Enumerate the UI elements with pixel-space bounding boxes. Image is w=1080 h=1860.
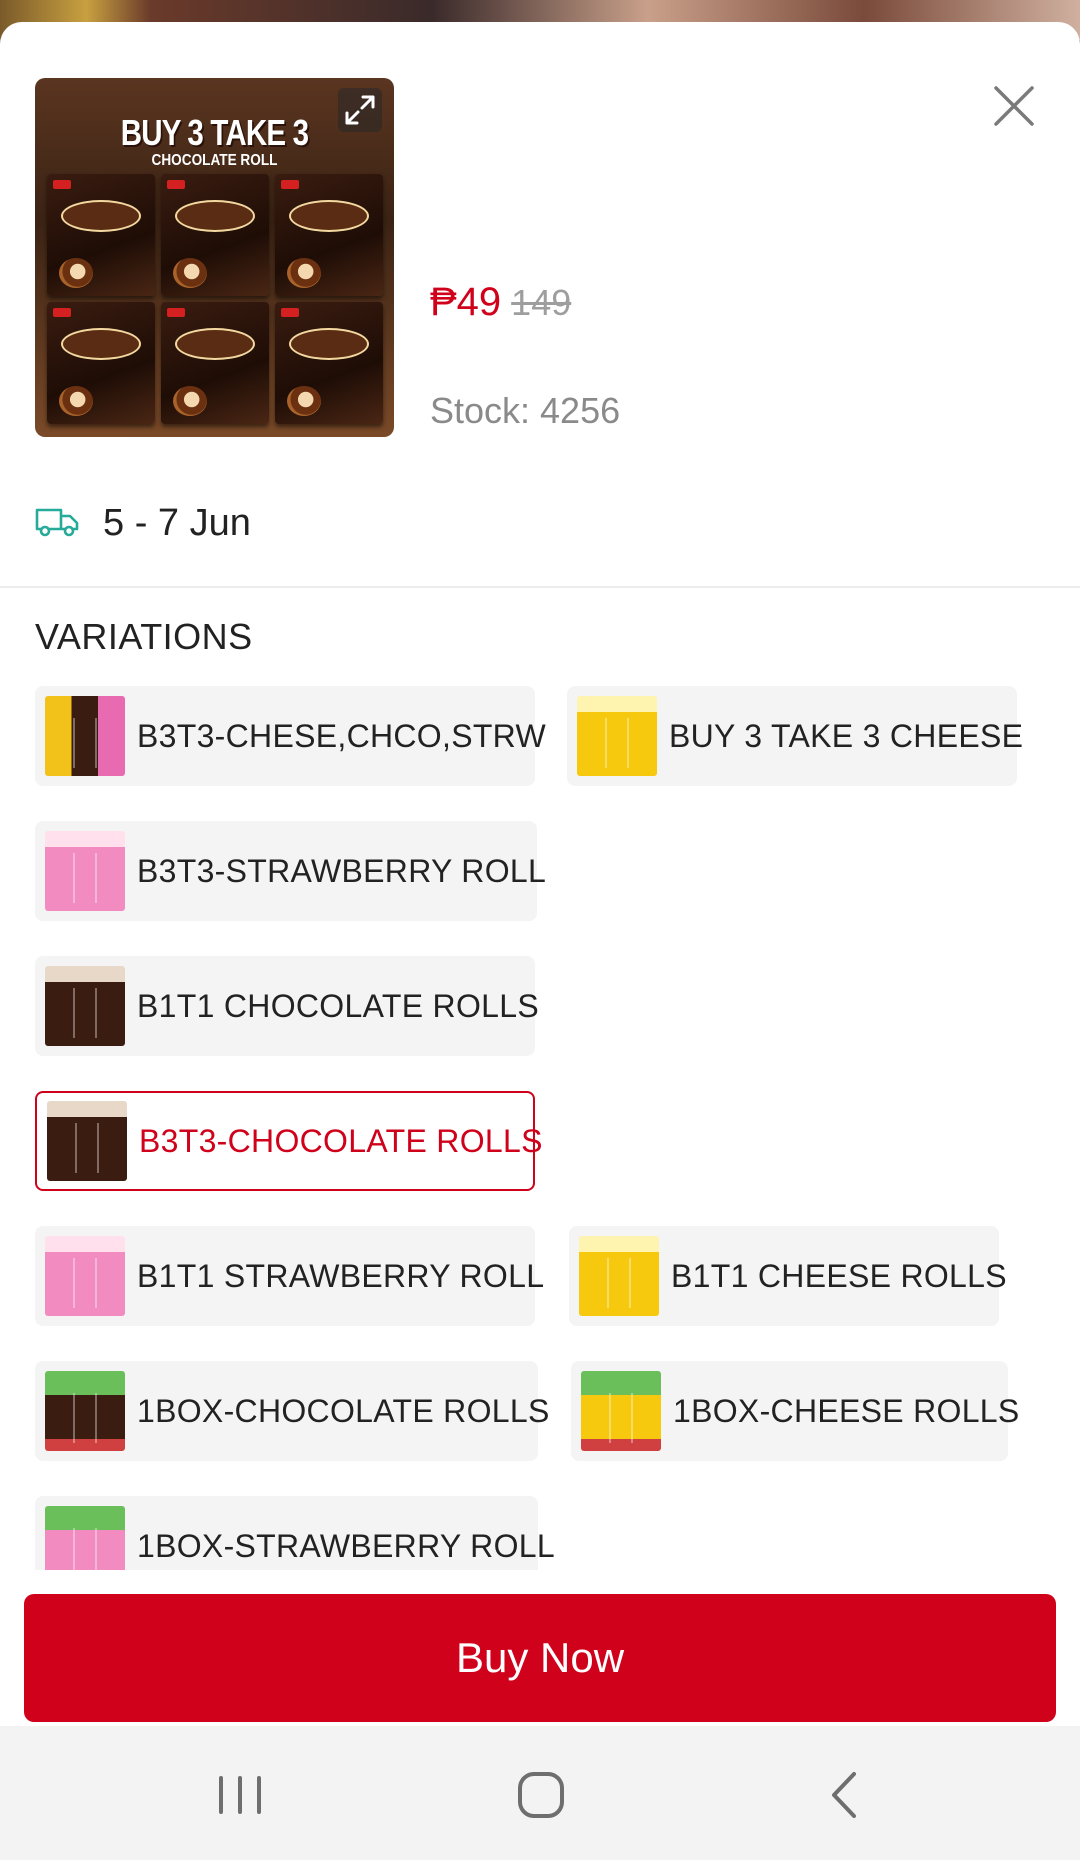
variation-option[interactable]: B1T1 CHEESE ROLLS bbox=[569, 1226, 1007, 1326]
variation-thumbnail bbox=[45, 1371, 125, 1451]
variation-label: B1T1 CHOCOLATE ROLLS bbox=[137, 987, 539, 1024]
back-icon[interactable] bbox=[810, 1760, 880, 1830]
truck-icon bbox=[35, 504, 79, 543]
variation-thumbnail bbox=[45, 831, 125, 911]
variation-label: 1BOX-CHOCOLATE ROLLS bbox=[137, 1392, 550, 1429]
variation-label: 1BOX-CHEESE ROLLS bbox=[673, 1392, 1020, 1429]
section-divider bbox=[0, 586, 1080, 588]
bottom-action-bar: Buy Now bbox=[0, 1570, 1080, 1726]
price-row: ₱49 149 bbox=[430, 280, 571, 325]
variation-label: B3T3-CHESE,CHCO,STRW bbox=[137, 717, 547, 754]
variation-label: 1BOX-STRAWBERRY ROLL bbox=[137, 1527, 555, 1564]
variation-label: B3T3-CHOCOLATE ROLLS bbox=[139, 1122, 543, 1159]
variation-thumbnail bbox=[47, 1101, 127, 1181]
thumbnail-promo-subtitle: CHOCOLATE ROLL bbox=[151, 152, 278, 169]
variation-bottom-sheet: BUY 3 TAKE 3 CHOCOLATE ROLL ₱49 149 Stoc… bbox=[0, 22, 1080, 1726]
variation-thumbnail bbox=[45, 1236, 125, 1316]
chocolate-roll-box bbox=[161, 302, 269, 424]
variation-label: B1T1 STRAWBERRY ROLL bbox=[137, 1257, 545, 1294]
variation-thumbnail bbox=[45, 966, 125, 1046]
original-price: 149 bbox=[511, 282, 572, 323]
thumbnail-product-boxes bbox=[47, 174, 383, 424]
chocolate-roll-box bbox=[47, 302, 155, 424]
current-price: ₱49 bbox=[430, 280, 502, 324]
close-icon[interactable] bbox=[992, 84, 1036, 128]
stock-count: Stock: 4256 bbox=[430, 390, 621, 431]
variation-option[interactable]: B1T1 STRAWBERRY ROLL bbox=[35, 1226, 544, 1326]
delivery-date-range: 5 - 7 Jun bbox=[103, 502, 251, 544]
variation-label: B1T1 CHEESE ROLLS bbox=[671, 1257, 1007, 1294]
variations-heading: VARIATIONS bbox=[35, 616, 253, 657]
variation-label: BUY 3 TAKE 3 CHEESE bbox=[669, 717, 1024, 754]
variation-thumbnail bbox=[577, 696, 657, 776]
variation-label: B3T3-STRAWBERRY ROLL bbox=[137, 852, 547, 889]
chocolate-roll-box bbox=[275, 174, 383, 296]
recents-icon[interactable] bbox=[205, 1760, 275, 1830]
variation-option[interactable]: B3T3-CHESE,CHCO,STRW bbox=[35, 686, 546, 786]
expand-icon[interactable] bbox=[338, 88, 382, 132]
delivery-estimate: 5 - 7 Jun bbox=[35, 502, 251, 545]
home-icon[interactable] bbox=[506, 1760, 576, 1830]
variation-option-selected[interactable]: B3T3-CHOCOLATE ROLLS bbox=[35, 1091, 542, 1191]
variation-option[interactable]: BUY 3 TAKE 3 CHEESE bbox=[567, 686, 1023, 786]
variation-thumbnail bbox=[579, 1236, 659, 1316]
variation-option[interactable]: 1BOX-CHOCOLATE ROLLS bbox=[35, 1361, 549, 1461]
buy-now-button[interactable]: Buy Now bbox=[24, 1594, 1056, 1722]
chocolate-roll-box bbox=[161, 174, 269, 296]
variation-option[interactable]: B3T3-STRAWBERRY ROLL bbox=[35, 821, 546, 921]
variation-thumbnail bbox=[581, 1371, 661, 1451]
system-navigation-bar bbox=[0, 1726, 1080, 1860]
variation-thumbnail bbox=[45, 696, 125, 776]
variation-option[interactable]: 1BOX-CHEESE ROLLS bbox=[571, 1361, 1019, 1461]
variation-option[interactable]: B1T1 CHOCOLATE ROLLS bbox=[35, 956, 539, 1056]
thumbnail-promo-title: BUY 3 TAKE 3 bbox=[120, 112, 309, 153]
chocolate-roll-box bbox=[47, 174, 155, 296]
chocolate-roll-box bbox=[275, 302, 383, 424]
